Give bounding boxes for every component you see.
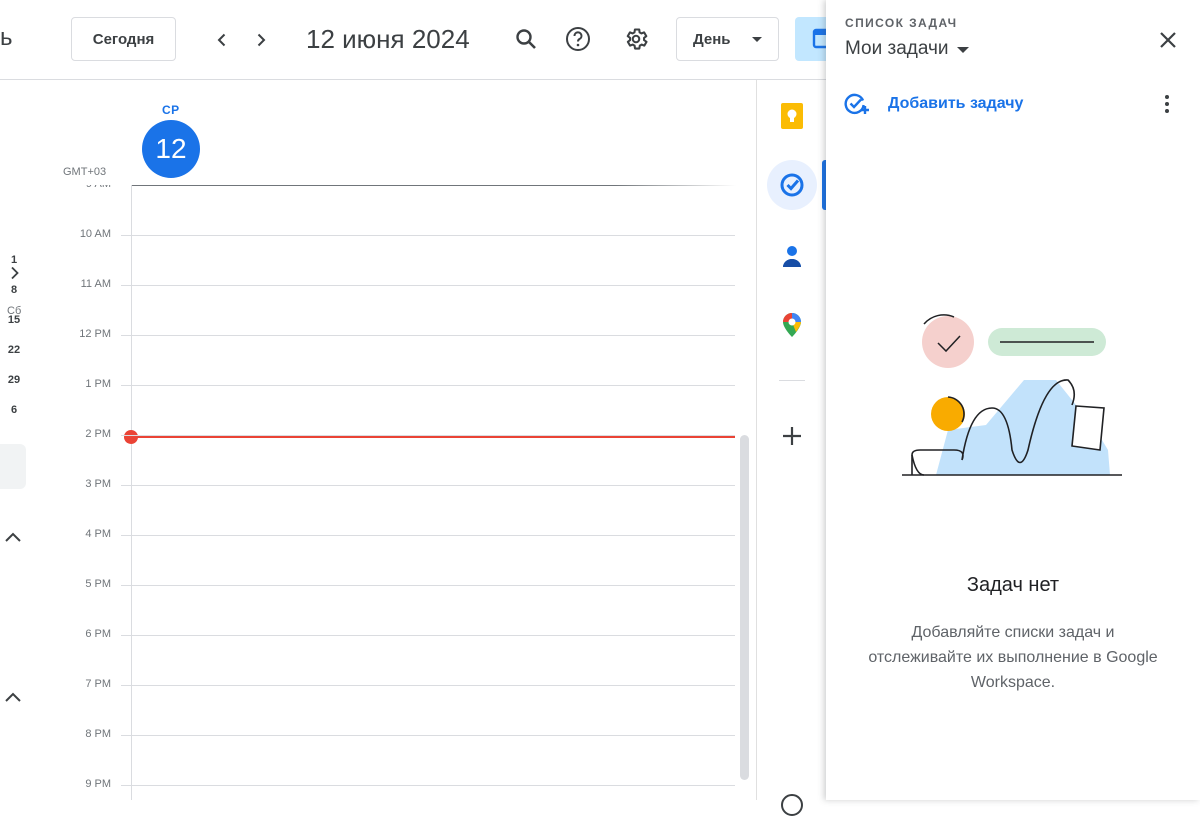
next-day-button[interactable] (243, 22, 279, 58)
search-button[interactable] (506, 19, 546, 59)
add-task-icon (844, 93, 869, 115)
today-button[interactable]: Сегодня (71, 17, 176, 61)
help-button[interactable] (558, 19, 598, 59)
hour-label: 12 PM (79, 328, 111, 340)
hour-label: 9 PM (85, 778, 111, 790)
top-bar: ль Сегодня 12 июня 2024 День (0, 0, 826, 80)
hour-gridline (121, 335, 735, 336)
more-vert-icon (1165, 95, 1169, 113)
hour-gridline (121, 735, 735, 736)
chevron-right-icon (257, 33, 266, 47)
hour-gridline (121, 235, 735, 236)
task-list-name: Мои задачи (845, 38, 949, 59)
get-addons-button[interactable] (767, 411, 817, 461)
caret-down-icon (956, 47, 969, 53)
hour-label: 9 AM (40, 185, 111, 190)
hour-label: 5 PM (85, 578, 111, 590)
day-number-button[interactable]: 12 (142, 120, 200, 178)
side-panel-rail (756, 80, 827, 816)
hour-label: 7 PM (85, 678, 111, 690)
tasks-icon (780, 173, 804, 197)
hour-gridline (121, 635, 735, 636)
hour-gridline (121, 485, 735, 486)
empty-tasks-illustration (902, 314, 1122, 476)
tasks-panel-caption: СПИСОК ЗАДАЧ (845, 16, 958, 30)
search-icon (516, 29, 536, 49)
grid-top-border (131, 185, 736, 186)
more-options-button[interactable] (1158, 92, 1176, 116)
plus-icon (783, 427, 801, 445)
hour-label: 1 PM (85, 378, 111, 390)
tasks-panel: СПИСОК ЗАДАЧ Мои задачи Добавить задачу … (826, 0, 1200, 800)
calendar-view-button[interactable] (795, 17, 826, 61)
view-selector[interactable]: День (676, 17, 779, 61)
contacts-icon (783, 246, 801, 267)
add-task-button[interactable]: Добавить задачу (844, 92, 1023, 116)
hour-label: 11 AM (80, 278, 111, 290)
hour-gridline (121, 385, 735, 386)
hour-label: 8 PM (85, 728, 111, 740)
hour-gridline (121, 785, 735, 786)
hour-gridline (121, 285, 735, 286)
settings-button[interactable] (616, 19, 656, 59)
day-weekday-label: СР (162, 103, 180, 117)
app-name: ль (0, 24, 13, 51)
grid-day-separator (131, 185, 132, 800)
hour-label: 4 PM (85, 528, 111, 540)
maps-app-button[interactable] (767, 300, 817, 350)
view-selector-label: День (693, 30, 731, 48)
hour-label: 10 AM (79, 228, 111, 240)
day-time-grid[interactable]: 9 AM 10 AM 11 AM 12 PM 1 PM 2 PM 3 PM 4 PM 5 PM 6… (0, 185, 756, 800)
caret-down-icon (752, 37, 762, 42)
gear-icon (626, 28, 648, 50)
prev-day-button[interactable] (204, 22, 240, 58)
keep-icon (781, 103, 803, 129)
hour-gridline (121, 435, 735, 436)
tasks-app-button[interactable] (767, 160, 817, 210)
add-task-label: Добавить задачу (888, 95, 1024, 112)
empty-state-description: Добавляйте списки задач и отслеживайте и… (868, 624, 1158, 691)
hour-gridline (121, 535, 735, 536)
current-date-title: 12 июня 2024 (306, 24, 470, 54)
hour-label: 3 PM (85, 478, 111, 490)
keep-app-button[interactable] (767, 91, 817, 141)
close-panel-button[interactable] (1152, 24, 1184, 56)
current-time-line (131, 436, 735, 438)
timezone-label: GMT+03 (63, 166, 107, 178)
close-icon (1160, 32, 1176, 48)
calendar-icon (812, 28, 826, 49)
grid-scrollbar[interactable] (740, 435, 749, 780)
task-list-selector[interactable]: Мои задачи (845, 38, 969, 60)
hour-gridline (121, 585, 735, 586)
hour-label: 2 PM (85, 428, 111, 440)
hour-label: 6 PM (85, 628, 111, 640)
empty-state-title: Задач нет (966, 574, 1060, 596)
current-time-dot (124, 430, 138, 444)
help-icon (566, 27, 590, 51)
contacts-app-button[interactable] (767, 231, 817, 281)
hour-gridline (121, 685, 735, 686)
info-icon (781, 794, 803, 816)
rail-bottom-button[interactable] (767, 780, 817, 830)
rail-divider (779, 380, 805, 381)
maps-pin-icon (783, 313, 801, 337)
chevron-left-icon (217, 33, 226, 47)
